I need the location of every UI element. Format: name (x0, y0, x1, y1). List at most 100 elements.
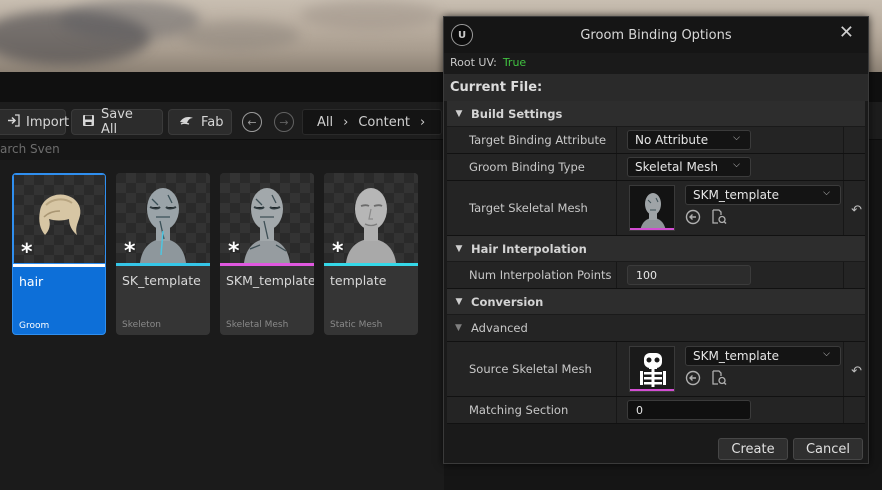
property-target-skeletal-mesh: Target Skeletal Mesh SKM_template ⌵ ↶ (447, 181, 865, 236)
chevron-down-icon[interactable]: ▼ (455, 323, 471, 333)
groom-binding-type-dropdown[interactable]: Skeletal Mesh ⌵ (627, 157, 751, 177)
skeleton-icon (640, 353, 666, 387)
asset-picker-tools (685, 370, 727, 386)
asset-name: hair (19, 274, 44, 289)
unsaved-asterisk-icon: * (228, 239, 240, 264)
chevron-down-icon: ⌵ (823, 349, 830, 359)
source-skeletal-mesh-dropdown[interactable]: SKM_template ⌵ (685, 346, 841, 366)
property-groom-binding-type: Groom Binding Type Skeletal Mesh ⌵ (447, 154, 865, 181)
property-value: SKM_template ⌵ (617, 342, 843, 396)
chevron-right-icon[interactable]: › (420, 115, 425, 130)
subcategory-advanced[interactable]: ▼ Advanced (447, 315, 865, 342)
breadcrumb: All › Content › (302, 109, 442, 135)
back-arrow-icon[interactable]: ← (242, 112, 262, 132)
unsaved-asterisk-icon: * (124, 239, 136, 264)
skeletal-mesh-head-icon (640, 193, 666, 230)
property-source-skeletal-mesh: Source Skeletal Mesh SKM_template ⌵ ↶ (447, 342, 865, 397)
property-row-end: ↶ (843, 342, 865, 396)
property-label: Groom Binding Type (447, 154, 617, 180)
category-conversion[interactable]: ▼ Conversion (447, 289, 865, 315)
property-matching-section: Matching Section 0 (447, 397, 865, 424)
subcategory-label: Advanced (471, 321, 528, 335)
browse-asset-icon[interactable] (711, 370, 727, 386)
property-value: No Attribute ⌵ (617, 127, 843, 153)
property-row-end (843, 397, 865, 423)
asset-type-accent (630, 228, 674, 230)
chevron-down-icon[interactable]: ▼ (447, 109, 471, 119)
asset-tile-template[interactable]: * template Static Mesh (324, 173, 418, 335)
asset-grid: * hair Groom * SK_template Skeleton * SK… (0, 160, 444, 490)
cancel-button[interactable]: Cancel (793, 438, 863, 460)
import-button[interactable]: Import (0, 109, 70, 135)
search-placeholder: arch Sven (0, 142, 60, 156)
reset-to-default-icon[interactable]: ↶ (851, 364, 862, 379)
category-hair-interpolation[interactable]: ▼ Hair Interpolation (447, 236, 865, 262)
viewport-cloud (180, 20, 300, 50)
matching-section-input[interactable]: 0 (627, 400, 751, 420)
asset-type: Skeletal Mesh (226, 320, 289, 330)
target-skeletal-mesh-dropdown[interactable]: SKM_template ⌵ (685, 185, 841, 205)
dropdown-value: SKM_template (693, 349, 780, 363)
reset-to-default-icon[interactable]: ↶ (851, 203, 862, 218)
property-label: Target Binding Attribute (447, 127, 617, 153)
chevron-right-icon[interactable]: › (343, 115, 348, 130)
source-skeletal-mesh-thumbnail[interactable] (629, 346, 675, 392)
breadcrumb-item-all[interactable]: All (317, 115, 333, 130)
fab-label: Fab (201, 114, 224, 130)
asset-picker-tools (685, 209, 727, 225)
chevron-down-icon: ⌵ (733, 160, 740, 170)
asset-name: template (330, 273, 387, 288)
asset-type-accent (630, 389, 674, 391)
dropdown-value: No Attribute (635, 133, 709, 147)
category-label: Build Settings (471, 106, 563, 121)
num-interpolation-points-input[interactable]: 100 (627, 265, 751, 285)
property-value: SKM_template ⌵ (617, 181, 843, 235)
property-label: Target Skeletal Mesh (447, 181, 617, 235)
save-all-label: Save All (101, 107, 133, 137)
category-label: Hair Interpolation (471, 241, 587, 256)
category-build-settings[interactable]: ▼ Build Settings (447, 101, 865, 127)
asset-tile-hair[interactable]: * hair Groom (12, 173, 106, 335)
create-button[interactable]: Create (718, 438, 788, 460)
unsaved-asterisk-icon: * (332, 239, 344, 264)
save-all-button[interactable]: Save All (71, 107, 163, 137)
asset-type: Static Mesh (330, 320, 383, 330)
use-selected-asset-icon[interactable] (685, 370, 701, 386)
asset-tile-sk-template[interactable]: * SK_template Skeleton (116, 173, 210, 335)
breadcrumb-item-content[interactable]: Content (358, 115, 410, 130)
property-value: 0 (617, 397, 843, 423)
asset-type: Groom (19, 321, 50, 331)
dialog-title-bar[interactable]: U Groom Binding Options ✕ (444, 17, 868, 53)
asset-tile-skm-template[interactable]: * SKM_template Skeletal Mesh (220, 173, 314, 335)
property-value: Skeletal Mesh ⌵ (617, 154, 843, 180)
import-label: Import (26, 114, 70, 130)
root-uv-row: Root UV: True (444, 53, 868, 73)
browse-asset-icon[interactable] (711, 209, 727, 225)
forward-arrow-icon[interactable]: → (274, 112, 294, 132)
property-label: Matching Section (447, 397, 617, 423)
dropdown-value: Skeletal Mesh (635, 160, 719, 174)
root-uv-value: True (502, 56, 527, 69)
search-input[interactable]: arch Sven (0, 140, 444, 160)
property-row-end (843, 154, 865, 180)
property-row-end: ↶ (843, 181, 865, 235)
target-binding-attribute-dropdown[interactable]: No Attribute ⌵ (627, 130, 751, 150)
chevron-down-icon[interactable]: ▼ (447, 297, 471, 307)
groom-binding-options-dialog: U Groom Binding Options ✕ Root UV: True C… (443, 16, 869, 464)
property-value: 100 (617, 262, 843, 288)
import-icon (7, 113, 20, 131)
current-file-label: Current File: (444, 74, 868, 101)
close-icon[interactable]: ✕ (839, 22, 854, 43)
viewport-cloud (60, 0, 200, 40)
asset-name: SKM_template (226, 273, 314, 288)
fab-button[interactable]: Fab (168, 109, 232, 135)
target-skeletal-mesh-thumbnail[interactable] (629, 185, 675, 231)
category-label: Conversion (471, 294, 544, 309)
asset-type: Skeleton (122, 320, 161, 330)
chevron-down-icon[interactable]: ▼ (447, 244, 471, 254)
viewport-cloud (300, 0, 440, 30)
use-selected-asset-icon[interactable] (685, 209, 701, 225)
details-panel: ▼ Build Settings Target Binding Attribut… (447, 101, 865, 424)
chevron-down-icon: ⌵ (823, 188, 830, 198)
root-uv-label: Root UV: (450, 56, 497, 69)
